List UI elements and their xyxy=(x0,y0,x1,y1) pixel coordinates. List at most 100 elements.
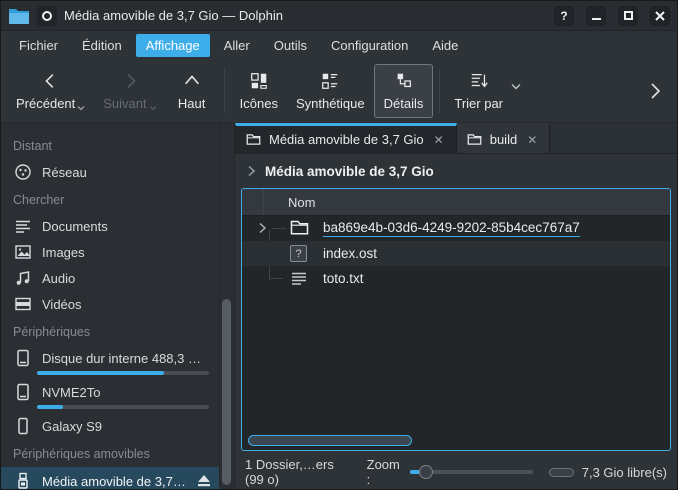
menu-affichage[interactable]: Affichage xyxy=(136,34,210,57)
toolbar-separator xyxy=(224,69,225,113)
menu-aller[interactable]: Aller xyxy=(214,34,260,57)
sidebar-item-videos[interactable]: Vidéos xyxy=(1,291,219,317)
menu-configuration[interactable]: Configuration xyxy=(321,34,418,57)
menu-edition[interactable]: Édition xyxy=(72,34,132,57)
folder-icon xyxy=(467,133,482,146)
file-row-index-ost[interactable]: ? index.ost xyxy=(242,241,670,266)
titlebar: Média amovible de 3,7 Gio — Dolphin ? xyxy=(1,1,677,31)
help-button[interactable]: ? xyxy=(554,6,574,26)
panel-separator xyxy=(219,123,220,489)
smartphone-icon xyxy=(14,417,32,435)
dolphin-window: Média amovible de 3,7 Gio — Dolphin ? Fi… xyxy=(0,0,678,490)
chevron-right-icon xyxy=(120,71,140,91)
menu-fichier[interactable]: Fichier xyxy=(9,34,68,57)
sidebar-item-audio[interactable]: Audio xyxy=(1,265,219,291)
image-icon xyxy=(14,243,32,261)
minimize-icon xyxy=(592,18,601,20)
section-title-distant: Distant xyxy=(1,131,234,159)
toolbar-separator xyxy=(439,69,440,113)
file-row-folder[interactable]: ba869e4b-03d6-4249-9202-85b4cec767a7 xyxy=(242,216,670,241)
close-icon xyxy=(655,11,665,21)
statusbar: 1 Dossier,…ers (99 o) Zoom : 7,3 Gio lib… xyxy=(235,455,677,489)
items-summary: 1 Dossier,…ers (99 o) xyxy=(245,457,349,487)
menu-aide[interactable]: Aide xyxy=(422,34,468,57)
toolbar: Précédent Suivant Haut Icônes xyxy=(1,59,677,123)
zoom-slider[interactable] xyxy=(410,464,533,480)
sort-by-button[interactable]: Trier par xyxy=(446,59,527,123)
harddisk-icon xyxy=(14,383,32,401)
back-button[interactable]: Précédent xyxy=(7,65,94,117)
places-panel: Distant Réseau Chercher Documents xyxy=(1,123,235,489)
tab-close-icon[interactable]: ✕ xyxy=(525,133,539,147)
chevron-right-icon xyxy=(247,165,256,177)
menubar: Fichier Édition Affichage Aller Outils C… xyxy=(1,31,677,59)
tab-build[interactable]: build ✕ xyxy=(457,123,551,153)
toolbar-overflow-button[interactable] xyxy=(639,82,671,100)
minimize-button[interactable] xyxy=(586,6,606,26)
file-name: ba869e4b-03d6-4249-9202-85b4cec767a7 xyxy=(323,220,580,237)
icons-view-button[interactable]: Icônes xyxy=(231,65,287,117)
breadcrumb[interactable]: Média amovible de 3,7 Gio xyxy=(235,154,677,188)
tab-label: Média amovible de 3,7 Gio xyxy=(269,132,424,147)
sort-icon xyxy=(469,71,489,91)
sidebar-item-reseau[interactable]: Réseau xyxy=(1,159,219,185)
chevron-left-icon xyxy=(41,71,61,91)
details-view-icon xyxy=(394,71,414,91)
file-view: Nom xyxy=(241,188,671,451)
audio-icon xyxy=(14,269,32,287)
harddisk-icon xyxy=(14,349,32,367)
free-space-label: 7,3 Gio libre(s) xyxy=(582,465,667,480)
video-icon xyxy=(14,295,32,313)
file-name: index.ost xyxy=(323,246,377,261)
sidebar-item-nvme2to[interactable]: NVME2To xyxy=(1,379,219,413)
zoom-label: Zoom : xyxy=(367,457,400,487)
expand-arrow-icon[interactable] xyxy=(258,222,267,234)
zoom-slider-handle[interactable] xyxy=(419,465,433,479)
chevron-up-icon xyxy=(182,71,202,91)
maximize-icon xyxy=(624,11,633,20)
tree-branch-line xyxy=(272,228,286,229)
file-name: toto.txt xyxy=(323,271,364,286)
chevron-down-icon xyxy=(77,105,85,111)
disk-usage-bar xyxy=(37,405,209,409)
forward-button[interactable]: Suivant xyxy=(94,65,165,117)
disk-usage-bar xyxy=(37,371,209,375)
app-folder-icon xyxy=(8,7,30,25)
file-row-toto-txt[interactable]: toto.txt xyxy=(242,266,670,291)
up-button[interactable]: Haut xyxy=(166,65,218,117)
details-view-button[interactable]: Détails xyxy=(374,64,434,118)
sidebar-item-disque-dur-interne[interactable]: Disque dur interne 488,3 G… xyxy=(1,345,219,379)
text-file-icon xyxy=(290,271,308,287)
section-title-peripheriques-amovibles: Périphériques amovibles xyxy=(1,439,234,467)
sidebar-scrollbar[interactable] xyxy=(222,299,231,485)
document-icon xyxy=(14,217,32,235)
folder-icon xyxy=(290,219,309,236)
compact-view-button[interactable]: Synthétique xyxy=(287,65,374,117)
tab-close-icon[interactable]: ✕ xyxy=(432,133,446,147)
section-title-peripheriques: Périphériques xyxy=(1,317,234,345)
breadcrumb-label: Média amovible de 3,7 Gio xyxy=(265,164,434,179)
column-header-stub xyxy=(242,189,264,215)
sidebar-item-media-amovible[interactable]: Média amovible de 3,7 … xyxy=(1,467,219,490)
tab-media-amovible[interactable]: Média amovible de 3,7 Gio ✕ xyxy=(235,123,457,153)
usb-icon xyxy=(14,472,32,490)
section-title-chercher: Chercher xyxy=(1,185,234,213)
chevron-right-icon xyxy=(647,82,663,100)
column-header-nom[interactable]: Nom xyxy=(264,195,315,210)
help-icon: ? xyxy=(560,9,567,23)
close-button[interactable] xyxy=(650,6,670,26)
compact-view-icon xyxy=(320,71,340,91)
maximize-button[interactable] xyxy=(618,6,638,26)
window-menu-button[interactable] xyxy=(37,6,57,26)
window-title: Média amovible de 3,7 Gio — Dolphin xyxy=(64,8,542,23)
horizontal-scrollbar[interactable] xyxy=(248,435,412,446)
folder-icon xyxy=(246,133,261,146)
menu-outils[interactable]: Outils xyxy=(264,34,317,57)
tab-label: build xyxy=(490,132,517,147)
chevron-down-icon xyxy=(511,83,521,90)
sidebar-item-galaxy-s9[interactable]: Galaxy S9 xyxy=(1,413,219,439)
unknown-file-icon: ? xyxy=(290,245,307,262)
sidebar-item-documents[interactable]: Documents xyxy=(1,213,219,239)
sidebar-item-images[interactable]: Images xyxy=(1,239,219,265)
eject-icon[interactable] xyxy=(197,475,211,487)
